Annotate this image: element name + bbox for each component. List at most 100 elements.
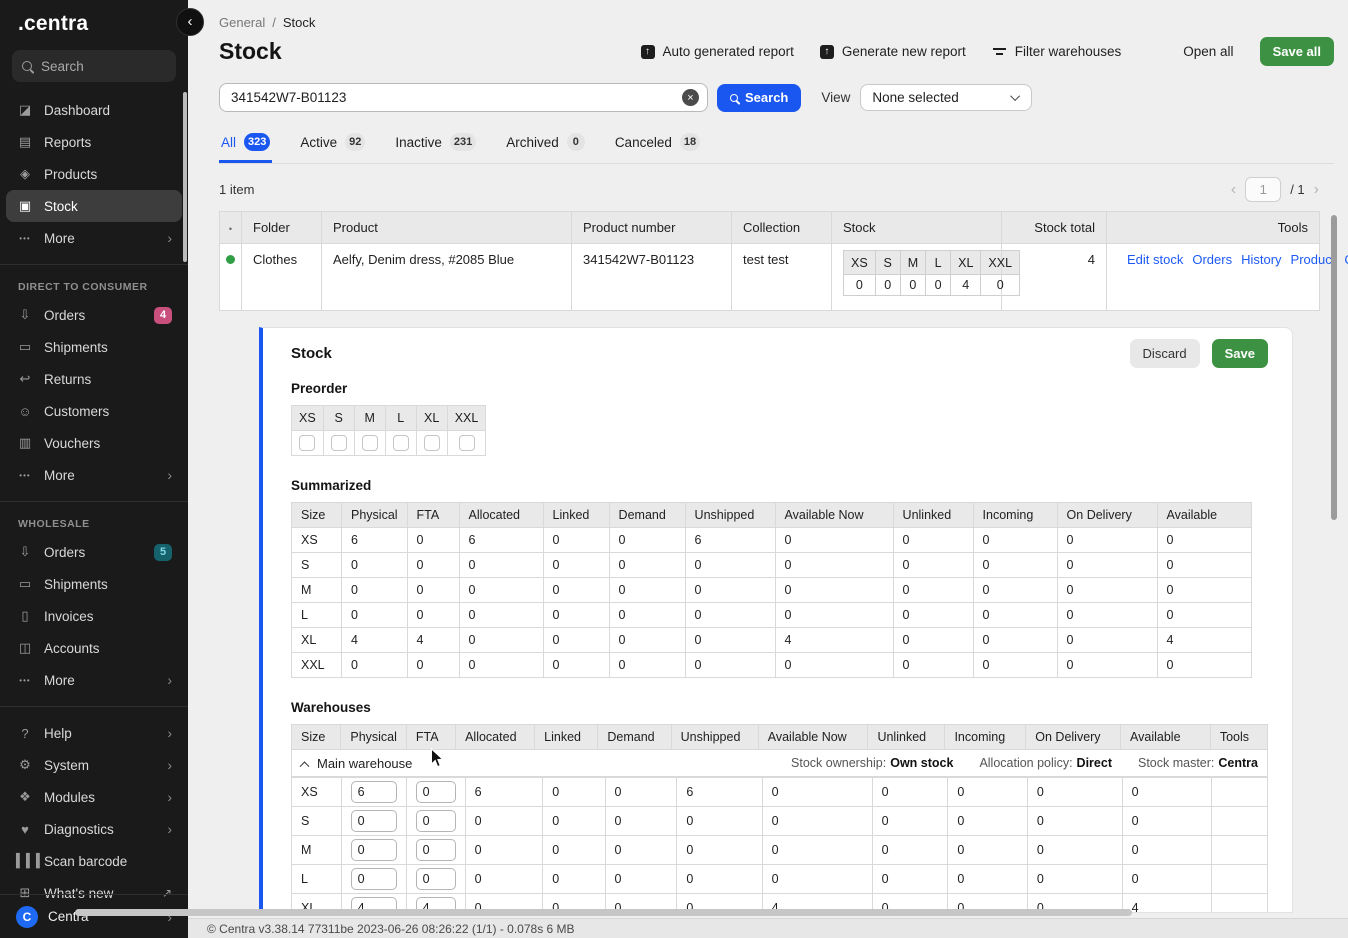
fta-stock-input[interactable] [416, 781, 456, 803]
page-total: / 1 [1290, 182, 1304, 197]
discard-button[interactable]: Discard [1130, 339, 1200, 368]
meta-label: Stock ownership: [791, 756, 886, 770]
sidebar-item-ws-orders[interactable]: ⇩ Orders 5 [6, 536, 182, 568]
tool-link[interactable]: Orders [1192, 252, 1232, 267]
prev-page-button[interactable]: ‹ [1231, 181, 1236, 199]
preorder-input[interactable] [393, 435, 409, 451]
sidebar-item-system[interactable]: ⚙ System › [6, 749, 182, 781]
column-header: Unlinked [868, 725, 945, 750]
fta-stock-input[interactable] [416, 810, 456, 832]
auto-generated-report-button[interactable]: Auto generated report [641, 44, 794, 59]
sidebar-item-dtc-orders[interactable]: ⇩ Orders 4 [6, 299, 182, 331]
item-count: 1 item [219, 182, 254, 197]
chevron-right-icon: › [167, 789, 172, 805]
preorder-input[interactable] [299, 435, 315, 451]
tab-canceled[interactable]: Canceled 18 [613, 129, 702, 163]
sidebar-item-label: Reports [44, 135, 172, 150]
tab-archived[interactable]: Archived 0 [504, 129, 587, 163]
tab-all[interactable]: All 323 [219, 129, 272, 163]
tab-inactive[interactable]: Inactive 231 [393, 129, 478, 163]
sidebar-item-dtc-more[interactable]: ••• More › [6, 459, 182, 491]
column-header: Incoming [973, 503, 1057, 528]
sidebar-item-more[interactable]: ••• More › [6, 222, 182, 254]
table-header-row: • Folder Product Product number Collecti… [220, 212, 1320, 244]
sidebar-item-returns[interactable]: ↩ Returns [6, 363, 182, 395]
sidebar-item-customers[interactable]: ☺ Customers [6, 395, 182, 427]
breadcrumb-parent[interactable]: General [219, 15, 265, 30]
sidebar-item-accounts[interactable]: ◫ Accounts [6, 632, 182, 664]
column-tools: Tools [1107, 212, 1320, 244]
stock-value-cell: 0 [1027, 807, 1122, 836]
sidebar-item-diagnostics[interactable]: ♥ Diagnostics › [6, 813, 182, 845]
stock-value-cell: 0 [1157, 528, 1251, 553]
physical-stock-input[interactable] [351, 868, 397, 890]
sidebar-item-reports[interactable]: ▤ Reports [6, 126, 182, 158]
sidebar-item-dashboard[interactable]: ◪ Dashboard [6, 94, 182, 126]
fta-stock-input[interactable] [416, 868, 456, 890]
preorder-input[interactable] [331, 435, 347, 451]
preorder-input[interactable] [424, 435, 440, 451]
sidebar-item-dtc-shipments[interactable]: ▭ Shipments [6, 331, 182, 363]
meta-value: Direct [1077, 756, 1112, 770]
sidebar-item-ws-more[interactable]: ••• More › [6, 664, 182, 696]
stock-value-cell: 0 [1157, 553, 1251, 578]
page-number-input[interactable]: 1 [1245, 177, 1281, 202]
sidebar-item-invoices[interactable]: ▯ Invoices [6, 600, 182, 632]
stock-value-cell: 0 [762, 778, 872, 807]
sidebar-search-input[interactable] [41, 59, 151, 74]
column-header: Available [1157, 503, 1251, 528]
physical-stock-input[interactable] [351, 781, 397, 803]
tool-link[interactable]: Product [1291, 252, 1336, 267]
stock-value-cell: 0 [465, 807, 543, 836]
sidebar-item-vouchers[interactable]: ▥ Vouchers [6, 427, 182, 459]
sidebar-collapse-button[interactable]: ‹ [176, 8, 204, 36]
tab-active[interactable]: Active 92 [298, 129, 367, 163]
sidebar-item-label: Invoices [44, 609, 172, 624]
sidebar-item-ws-shipments[interactable]: ▭ Shipments [6, 568, 182, 600]
sidebar-item-scan-barcode[interactable]: ▍▍▍ Scan barcode [6, 845, 182, 877]
chevron-right-icon: › [167, 672, 172, 688]
stock-value-cell: 0 [407, 528, 459, 553]
clear-search-icon[interactable]: × [682, 89, 699, 106]
stock-value-cell: 4 [407, 628, 459, 653]
account-menu[interactable]: C Centra › [0, 894, 188, 938]
warehouse-row: L 000000000 [292, 865, 1268, 894]
tool-link[interactable]: History [1241, 252, 1281, 267]
pagination: ‹ 1 / 1 › [1231, 177, 1319, 202]
sidebar-search[interactable] [12, 50, 176, 82]
collapse-chevron-icon[interactable] [300, 761, 310, 771]
open-all-button[interactable]: Open all [1183, 44, 1233, 59]
physical-stock-input[interactable] [351, 810, 397, 832]
more-icon: ••• [16, 676, 34, 685]
sidebar-item-products[interactable]: ◈ Products [6, 158, 182, 190]
search-input[interactable] [219, 83, 708, 112]
size-cell: M [292, 578, 342, 603]
search-button[interactable]: Search [717, 84, 801, 112]
stock-value-cell: 0 [775, 553, 893, 578]
tool-link[interactable]: Edit stock [1127, 252, 1183, 267]
preorder-input[interactable] [459, 435, 475, 451]
generate-new-report-button[interactable]: Generate new report [820, 44, 966, 59]
column-header: Physical [342, 503, 408, 528]
horizontal-scrollbar[interactable] [75, 909, 1132, 916]
centra-logo[interactable]: .centra [18, 12, 88, 35]
sidebar-scrollbar[interactable] [183, 92, 187, 262]
sidebar-item-label: Scan barcode [44, 854, 172, 869]
save-button[interactable]: Save [1212, 339, 1268, 368]
tool-link[interactable]: Close [1344, 252, 1348, 267]
stock-value-cell: 0 [1057, 628, 1157, 653]
vertical-scrollbar[interactable] [1331, 215, 1337, 520]
filter-warehouses-button[interactable]: Filter warehouses [992, 44, 1122, 59]
save-all-button[interactable]: Save all [1260, 37, 1334, 66]
preorder-input[interactable] [362, 435, 378, 451]
next-page-button[interactable]: › [1314, 181, 1319, 199]
view-select[interactable]: None selected [860, 84, 1032, 111]
stock-value-cell: 0 [407, 653, 459, 678]
stock-value-cell: 0 [872, 836, 948, 865]
stock-value-cell: 0 [1027, 865, 1122, 894]
fta-stock-input[interactable] [416, 839, 456, 861]
sidebar-item-stock[interactable]: ▣ Stock [6, 190, 182, 222]
sidebar-item-help[interactable]: ? Help › [6, 717, 182, 749]
physical-stock-input[interactable] [351, 839, 397, 861]
sidebar-item-modules[interactable]: ❖ Modules › [6, 781, 182, 813]
